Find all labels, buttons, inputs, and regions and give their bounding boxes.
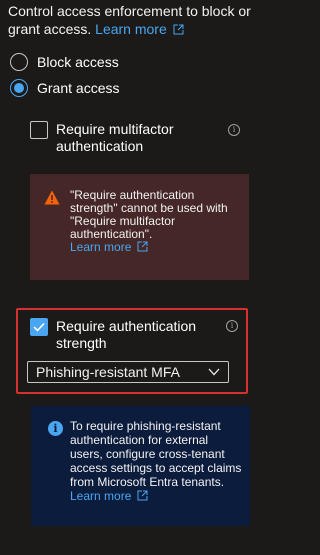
external-link-icon [137,490,148,501]
info-learn-more-link[interactable]: Learn more [70,489,131,503]
cross-tenant-info-box: i To require phishing-resistant authenti… [31,406,250,526]
info-message: To require phishing-resistant authentica… [70,419,242,503]
block-access-option[interactable]: Block access [10,53,119,71]
require-auth-strength-checkbox[interactable] [30,318,48,336]
info-text: To require phishing-resistant authentica… [70,419,242,489]
external-link-icon [137,241,148,252]
require-mfa-label: Require multifactor authentication [56,121,174,154]
block-access-label: Block access [37,54,119,70]
warning-learn-more-link[interactable]: Learn more [70,240,131,254]
section-description: Control access enforcement to block or g… [8,2,276,38]
mfa-info-icon[interactable]: i [228,124,240,136]
grant-access-radio[interactable] [10,79,28,97]
require-mfa-checkbox[interactable] [30,121,48,139]
mfa-warning-box: "Require authentication strength" cannot… [30,174,249,280]
warning-icon [44,190,60,205]
auth-strength-dropdown[interactable]: Phishing-resistant MFA [27,361,229,383]
grant-access-option[interactable]: Grant access [10,79,119,97]
learn-more-link[interactable]: Learn more [95,21,167,37]
chevron-down-icon [208,368,220,376]
grant-access-label: Grant access [37,80,120,96]
external-link-icon [173,24,184,35]
info-icon: i [48,421,63,436]
require-auth-strength-label: Require authentication strength [56,318,197,351]
auth-strength-info-icon[interactable]: i [226,320,238,332]
block-access-radio[interactable] [10,53,28,71]
require-auth-strength-option[interactable]: Require authentication strength [30,318,210,352]
require-mfa-option[interactable]: Require multifactor authentication [30,121,220,155]
warning-message: "Require authentication strength" cannot… [70,189,240,254]
warning-text: "Require authentication strength" cannot… [70,188,228,241]
auth-strength-selected: Phishing-resistant MFA [36,364,180,380]
checkmark-icon [33,322,45,332]
